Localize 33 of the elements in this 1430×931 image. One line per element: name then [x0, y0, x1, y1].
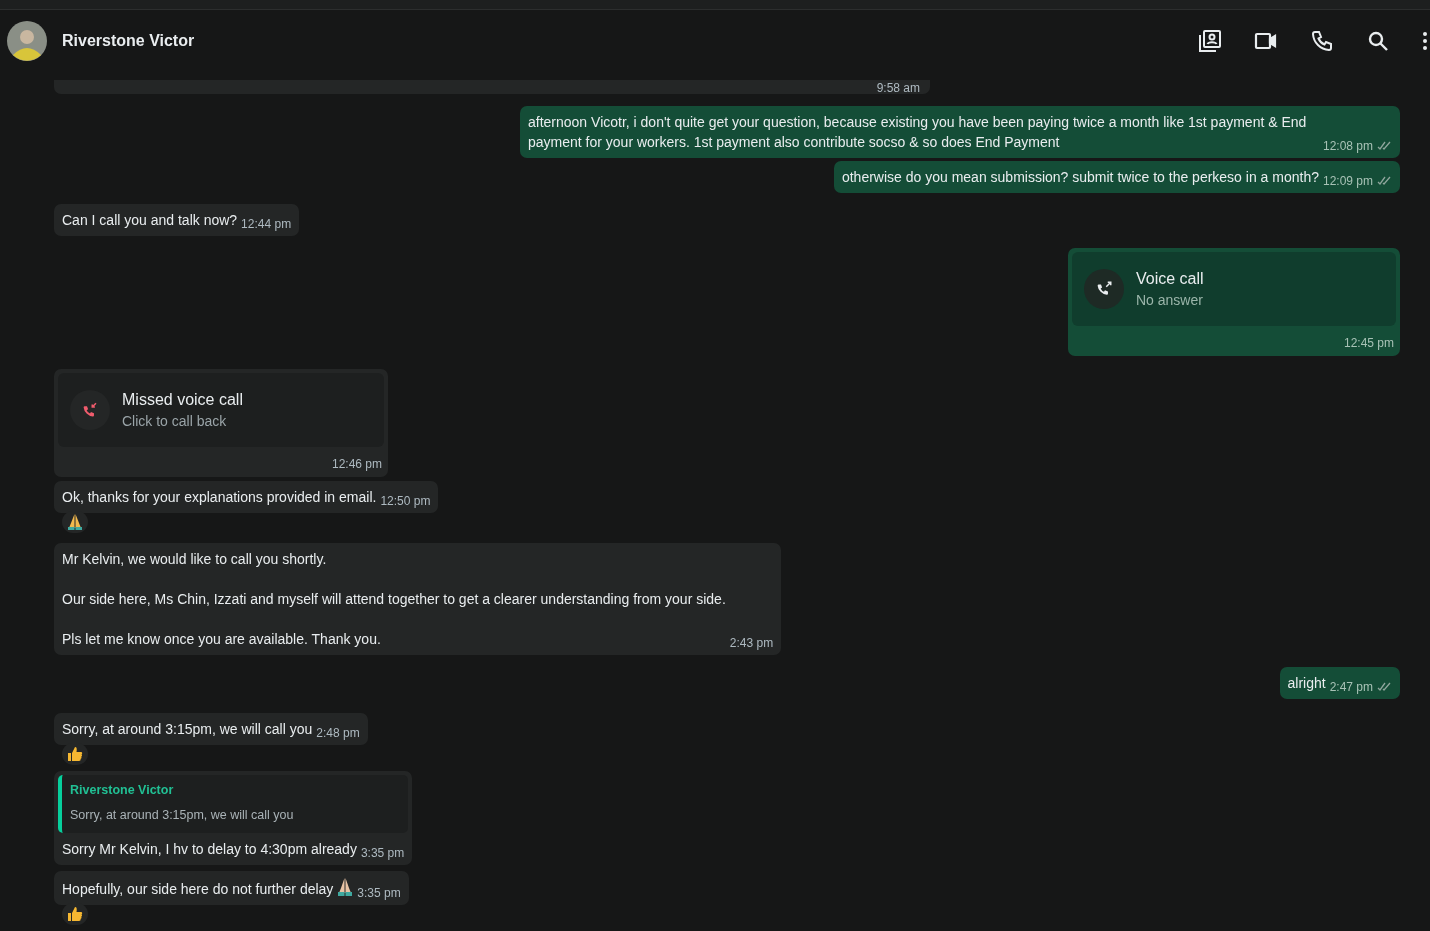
call-title: Missed voice call	[122, 390, 243, 410]
message-text: Ok, thanks for your explanations provided in email.	[62, 488, 377, 507]
message-text: Hopefully, our side here do not further delay	[62, 879, 334, 899]
message-time: 3:35 pm	[357, 884, 401, 902]
message-time: 12:46 pm	[331, 456, 382, 473]
contact-name[interactable]: Riverstone Victor	[62, 29, 195, 53]
message-time: 9:58 am	[876, 82, 920, 94]
message-text: otherwise do you mean submission? submit twice to the perkeso in a month?	[841, 168, 1319, 187]
quote-author: Riverstone Victor	[70, 782, 175, 799]
message-text: Our side here, Ms Chin, Izzati and myself will attend together to get a clearer understanding from your side.	[62, 590, 726, 609]
message-time: 3:35 pm	[360, 844, 405, 862]
message-time: 12:50 pm	[380, 493, 431, 510]
quote-text: Sorry, at around 3:15pm, we will call you	[70, 806, 295, 824]
call-card[interactable]: Voice call No answer	[1072, 252, 1396, 326]
message-text: alright	[1287, 674, 1326, 693]
message-text: Sorry Mr Kelvin, I hv to delay to 4:30pm already	[62, 839, 357, 859]
call-title: Voice call	[1136, 269, 1204, 289]
message-time: 2:48 pm	[316, 725, 360, 742]
call-subtitle: No answer	[1136, 291, 1204, 310]
message-text: Mr Kelvin, we would like to call you shortly.	[62, 550, 328, 569]
message-time: 2:43 pm	[729, 635, 774, 652]
message-text: Can I call you and talk now?	[62, 211, 238, 230]
message-time: 12:08 pm	[1322, 138, 1373, 155]
message-text: afternoon Vicotr, i don't quite get your question, because existing you have been paying twice a month like 1st payment & End payment for your workers. 1st payment also contribute socso & so does End Payment	[528, 113, 1308, 152]
message-time: 12:09 pm	[1322, 173, 1373, 190]
message-text: Sorry, at around 3:15pm, we will call you	[62, 720, 313, 739]
message-time: 12:45 pm	[1343, 335, 1394, 352]
message-time: 2:47 pm	[1329, 679, 1373, 696]
message-text: Pls let me know once you are available. Thank you.	[62, 630, 382, 649]
call-subtitle: Click to call back	[122, 412, 228, 431]
call-card[interactable]: Missed voice call Click to call back	[58, 373, 384, 447]
quoted-message[interactable]: Riverstone Victor Sorry, at around 3:15pm, we will call you	[58, 775, 409, 833]
message-time: 12:44 pm	[241, 216, 292, 233]
